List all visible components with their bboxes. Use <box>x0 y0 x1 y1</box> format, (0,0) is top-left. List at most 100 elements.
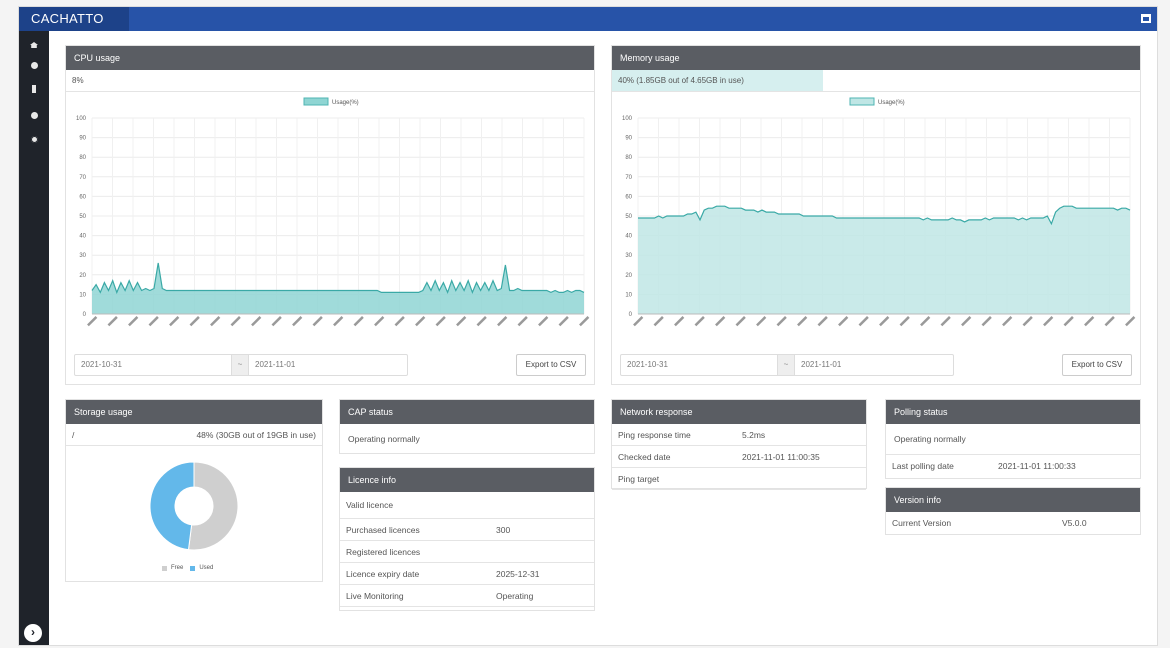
settings-icon[interactable] <box>28 133 40 145</box>
x-tick-label <box>456 316 467 327</box>
y-tick-label: 10 <box>79 292 86 298</box>
licence-info-panel: Licence info Valid licence Purchased lic… <box>339 467 595 611</box>
expand-nav-icon[interactable]: › <box>24 624 42 642</box>
licence-info-title: Licence info <box>340 468 594 492</box>
cpu-current-usage: 8% <box>66 70 594 92</box>
y-tick-label: 30 <box>79 253 86 259</box>
row-value: 300 <box>496 525 511 535</box>
app-logo[interactable]: CACHATTO <box>19 7 129 31</box>
window-icon[interactable] <box>1141 14 1151 23</box>
cpu-export-csv-button[interactable]: Export to CSV <box>516 354 586 376</box>
x-tick-label <box>797 316 808 327</box>
cap-status-title: CAP status <box>340 400 594 424</box>
table-row: Ping response time 5.2ms <box>612 424 866 446</box>
row-value: 2025-12-31 <box>496 569 540 579</box>
x-tick-label <box>1104 316 1115 327</box>
polling-status-text: Operating normally <box>886 424 1140 455</box>
x-tick-label <box>394 316 405 327</box>
memory-date-from[interactable]: 2021-10-31 <box>627 355 668 375</box>
x-tick-label <box>292 316 303 327</box>
side-nav: › <box>19 31 49 645</box>
x-tick-label <box>1084 316 1095 327</box>
cpu-usage-panel: CPU usage 8% Usage(%) 100 90 80 70 60 50 40 30 20… <box>65 45 595 385</box>
licence-validity: Valid licence <box>340 492 594 519</box>
cpu-date-to[interactable]: 2021-11-01 <box>255 355 295 375</box>
legend-free-label: Free <box>171 565 184 571</box>
x-tick-label <box>715 316 726 327</box>
table-row: Registered licences <box>340 541 594 563</box>
x-tick-label <box>538 316 549 327</box>
row-value: 5.2ms <box>742 430 766 440</box>
x-tick-label <box>435 316 446 327</box>
memory-current-text: 40% (1.85GB out of 4.65GB in use) <box>618 76 744 85</box>
licence-rows: Purchased licences 300 Registered licences… <box>340 519 594 607</box>
cpu-date-range[interactable]: 2021-10-31 ~ 2021-11-01 <box>74 354 408 376</box>
y-tick-label: 70 <box>625 175 632 181</box>
storage-donut-chart <box>149 461 239 551</box>
polling-status-title: Polling status <box>886 400 1140 424</box>
cpu-panel-title: CPU usage <box>66 46 594 70</box>
memory-usage-panel: Memory usage 40% (1.85GB out of 4.65GB i… <box>611 45 1141 385</box>
y-tick-label: 60 <box>625 194 632 200</box>
x-tick-label <box>1002 316 1013 327</box>
cpu-usage-chart: Usage(%)1009080706050403020100 <box>76 97 590 327</box>
x-tick-label <box>633 316 644 327</box>
home-icon[interactable] <box>28 39 40 51</box>
x-tick-label <box>251 316 262 327</box>
x-tick-label <box>579 316 590 327</box>
x-tick-label <box>210 316 221 327</box>
memory-usage-chart: Usage(%)1009080706050403020100 <box>622 97 1136 327</box>
x-tick-label <box>374 316 385 327</box>
memory-date-to[interactable]: 2021-11-01 <box>801 355 841 375</box>
table-row: Purchased licences 300 <box>340 519 594 541</box>
y-tick-label: 40 <box>625 234 632 240</box>
version-value: V5.0.0 <box>1062 518 1087 528</box>
y-tick-label: 0 <box>83 312 87 318</box>
x-tick-label <box>920 316 931 327</box>
y-tick-label: 20 <box>625 273 632 279</box>
y-tick-label: 100 <box>622 116 633 122</box>
row-label: Ping target <box>618 474 660 484</box>
x-tick-label <box>776 316 787 327</box>
x-tick-label <box>838 316 849 327</box>
y-tick-label: 100 <box>76 116 87 122</box>
x-tick-label <box>817 316 828 327</box>
network-rows: Ping response time 5.2ms Checked date 2021-… <box>612 424 866 490</box>
row-value: 2021-11-01 11:00:35 <box>742 452 820 462</box>
server-icon[interactable] <box>28 83 40 95</box>
row-label: Purchased licences <box>346 525 420 535</box>
version-info-title: Version info <box>886 488 1140 512</box>
network-response-panel: Network response Ping response time 5.2ms… <box>611 399 867 490</box>
storage-usage-row: / 48% (30GB out of 19GB in use) <box>66 424 322 446</box>
x-tick-label <box>87 316 98 327</box>
memory-date-range[interactable]: 2021-10-31 ~ 2021-11-01 <box>620 354 954 376</box>
legend-used-swatch <box>190 565 196 571</box>
row-label: Live Monitoring <box>346 591 404 601</box>
x-tick-label <box>940 316 951 327</box>
legend-swatch <box>303 97 329 106</box>
row-label: Registered licences <box>346 547 421 557</box>
question-icon[interactable] <box>28 109 40 121</box>
y-tick-label: 60 <box>79 194 86 200</box>
cap-status-text: Operating normally <box>348 434 420 444</box>
y-tick-label: 90 <box>79 136 86 142</box>
x-tick-label <box>858 316 869 327</box>
legend-swatch <box>849 97 875 106</box>
app-frame: CACHATTO › CPU usage 8% Usage(%) 100 90 80 7… <box>18 6 1158 646</box>
y-tick-label: 90 <box>625 136 632 142</box>
x-tick-label <box>756 316 767 327</box>
memory-export-csv-button[interactable]: Export to CSV <box>1062 354 1132 376</box>
polling-last-label: Last polling date <box>892 461 954 471</box>
y-tick-label: 30 <box>625 253 632 259</box>
cpu-date-from[interactable]: 2021-10-31 <box>81 355 122 375</box>
cpu-date-sep: ~ <box>231 355 249 375</box>
x-tick-label <box>1043 316 1054 327</box>
y-tick-label: 80 <box>79 155 86 161</box>
globe-icon[interactable] <box>28 59 40 71</box>
legend-free-swatch <box>162 565 167 571</box>
memory-date-sep: ~ <box>777 355 795 375</box>
cpu-current-text: 8% <box>72 76 84 85</box>
x-tick-label <box>674 316 685 327</box>
storage-panel-title: Storage usage <box>66 400 322 424</box>
version-label: Current Version <box>892 518 952 528</box>
